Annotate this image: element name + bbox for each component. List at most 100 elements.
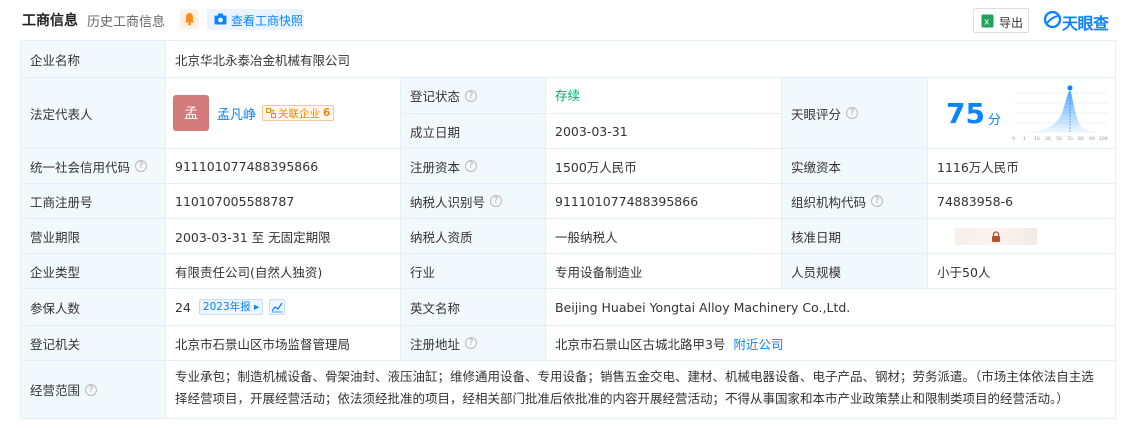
taxpayer-type-value: 一般纳税人 <box>546 219 782 254</box>
related-companies-badge[interactable]: 关联企业 6 <box>262 105 335 121</box>
industry-label: 行业 <box>401 254 546 289</box>
status-value: 存续 <box>546 78 782 114</box>
brand-name: 天眼查 <box>1062 14 1109 33</box>
score-axis-label: 70 <box>1067 136 1073 142</box>
export-button[interactable]: x 导出 <box>973 8 1029 33</box>
history-link[interactable]: 历史工商信息 <box>87 11 165 30</box>
company-type-value: 有限责任公司(自然人独资) <box>166 254 401 289</box>
business-info-table: 企业名称 北京华北永泰冶金机械有限公司 法定代表人 孟 孟凡峥 关联企业 6 登记… <box>20 40 1116 419</box>
credit-code-label-cell: 统一社会信用代码? <box>21 149 166 184</box>
nearby-companies-link[interactable]: 附近公司 <box>733 334 783 353</box>
brand-logo: 天眼查 <box>1044 8 1120 33</box>
related-count: 6 <box>323 107 331 119</box>
help-icon[interactable]: ? <box>846 107 859 119</box>
export-label: 导出 <box>999 16 1024 30</box>
related-label: 关联企业 <box>278 107 321 120</box>
lock-icon <box>992 230 1000 242</box>
insured-value: 24 <box>175 299 191 315</box>
locked-value[interactable] <box>955 227 1037 245</box>
trend-chart-icon[interactable] <box>269 299 286 315</box>
score-axis-label: 80 <box>1078 136 1084 142</box>
score-axis-label: 50 <box>1056 136 1062 142</box>
approval-date-label: 核准日期 <box>782 219 928 254</box>
reg-no-label: 工商注册号 <box>21 184 166 219</box>
snapshot-button[interactable]: 查看工商快照 <box>207 9 304 30</box>
help-icon[interactable]: ? <box>465 89 478 102</box>
credit-code-label: 统一社会信用代码 <box>30 159 131 175</box>
reg-capital-label: 注册资本 <box>410 159 461 175</box>
industry-value: 专用设备制造业 <box>546 254 782 289</box>
org-code-label-cell: 组织机构代码? <box>782 184 928 219</box>
company-name-label: 企业名称 <box>21 41 166 78</box>
help-icon[interactable]: ? <box>465 337 478 349</box>
score-axis-labels: 0 1 10 30 50 70 80 90 100 <box>1012 136 1108 142</box>
staff-size-value: 小于50人 <box>928 254 1116 289</box>
help-icon[interactable]: ? <box>85 383 98 396</box>
score-axis-label: 30 <box>1045 136 1051 142</box>
authority-label: 登记机关 <box>21 326 166 361</box>
company-type-label: 企业类型 <box>21 254 166 289</box>
excel-icon: x <box>981 14 994 28</box>
english-name-value: Beijing Huabei Yongtai Alloy Machinery C… <box>546 289 1116 326</box>
english-name-label: 英文名称 <box>401 289 546 326</box>
score-axis-label: 90 <box>1089 136 1095 142</box>
score-axis-label: 10 <box>1034 136 1040 142</box>
legal-rep-cell: 孟 孟凡峥 关联企业 6 <box>166 78 401 149</box>
taxpayer-type-label: 纳税人资质 <box>401 219 546 254</box>
org-code-label: 组织机构代码 <box>791 194 867 210</box>
help-icon[interactable]: ? <box>490 195 503 207</box>
section-header: 工商信息 历史工商信息 查看工商快照 x 导出 天眼查 <box>0 0 1125 40</box>
reg-capital-label-cell: 注册资本? <box>401 149 546 184</box>
annual-report-label: 2023年报 <box>202 301 251 313</box>
scope-label-cell: 经营范围? <box>21 361 166 419</box>
status-label: 登记状态 <box>410 89 461 104</box>
help-icon[interactable]: ? <box>465 160 478 172</box>
taxpayer-id-label: 纳税人识别号 <box>410 194 486 210</box>
score-label: 天眼评分 <box>791 106 842 122</box>
scope-value: 专业承包；制造机械设备、骨架油封、液压油缸；维修通用设备、专用设备；销售五金交电… <box>166 361 1116 419</box>
taxpayer-id-label-cell: 纳税人识别号? <box>401 184 546 219</box>
scope-label: 经营范围 <box>30 383 81 398</box>
est-date-value: 2003-03-31 <box>546 114 782 149</box>
tianyancha-logo-icon <box>1044 11 1061 28</box>
reg-no-value: 110107005588787 <box>166 184 401 219</box>
help-icon[interactable]: ? <box>135 160 148 172</box>
term-value: 2003-03-31 至 无固定期限 <box>166 219 401 254</box>
score-unit: 分 <box>987 112 1001 128</box>
credit-code-value: 911101077488395866 <box>166 149 401 184</box>
address-value: 北京市石景山区古城北路甲3号 <box>555 336 726 352</box>
status-label-cell: 登记状态? <box>401 78 546 114</box>
staff-size-label: 人员规模 <box>782 254 928 289</box>
est-date-label: 成立日期 <box>401 114 546 149</box>
score-axis-label: 100 <box>1099 136 1108 142</box>
authority-value: 北京市石景山区市场监督管理局 <box>166 326 401 361</box>
bell-icon[interactable] <box>180 9 199 29</box>
score-axis-label: 0 <box>1012 136 1015 142</box>
svg-text:x: x <box>984 18 990 28</box>
address-cell: 北京市石景山区古城北路甲3号 附近公司 <box>546 326 1116 361</box>
legal-rep-label: 法定代表人 <box>21 78 166 149</box>
help-icon[interactable]: ? <box>871 195 884 207</box>
snapshot-label: 查看工商快照 <box>231 14 304 28</box>
score-value: 75 <box>946 96 985 130</box>
paid-capital-label: 实缴资本 <box>782 149 928 184</box>
term-label: 营业期限 <box>21 219 166 254</box>
related-icon <box>266 108 277 118</box>
score-cell[interactable]: 75 分 0 1 10 30 50 70 80 90 100 <box>928 78 1116 149</box>
paid-capital-value: 1116万人民币 <box>928 149 1116 184</box>
approval-date-cell[interactable] <box>928 219 1116 254</box>
legal-rep-link[interactable]: 孟凡峥 <box>217 104 256 123</box>
insured-cell: 24 2023年报 ▸ <box>166 289 401 326</box>
score-distribution-chart: 0 1 10 30 50 70 80 90 100 <box>1012 85 1108 142</box>
section-title: 工商信息 <box>22 13 78 29</box>
avatar[interactable]: 孟 <box>173 95 209 131</box>
company-name-value: 北京华北永泰冶金机械有限公司 <box>166 41 1116 78</box>
taxpayer-id-value: 911101077488395866 <box>546 184 782 219</box>
score-axis-label: 1 <box>1023 136 1026 142</box>
camera-icon <box>214 13 227 25</box>
reg-capital-value: 1500万人民币 <box>546 149 782 184</box>
insured-label: 参保人数 <box>21 289 166 326</box>
org-code-value: 74883958-6 <box>928 184 1116 219</box>
address-label: 注册地址 <box>410 336 461 352</box>
annual-report-tag[interactable]: 2023年报 ▸ <box>198 299 264 315</box>
